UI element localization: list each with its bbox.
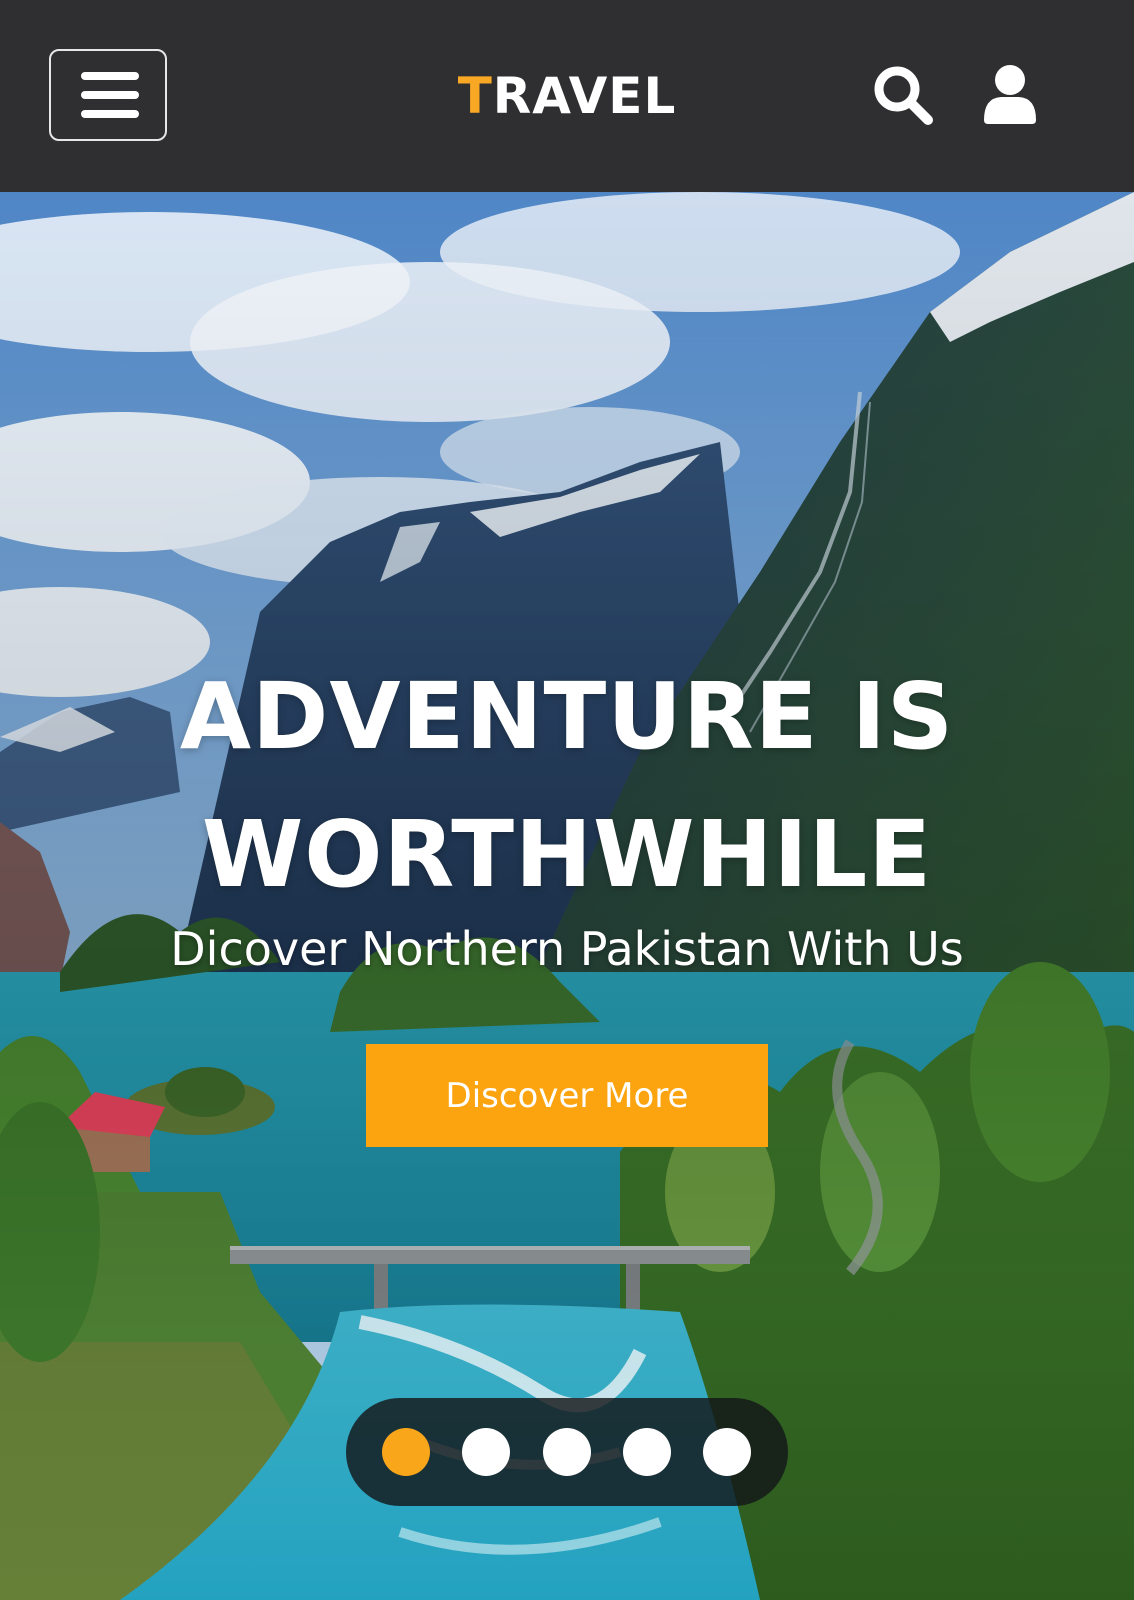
carousel-dot-3[interactable] (543, 1428, 591, 1476)
carousel-dot-1-active[interactable] (382, 1428, 430, 1476)
carousel-pagination (346, 1398, 788, 1506)
app-screen: TRAVEL ADVENTURE IS WORTHWHILE Dicover N… (0, 0, 1134, 1600)
hero-title-line-1: ADVENTURE IS (179, 663, 955, 770)
brand-name: RAVEL (492, 67, 677, 125)
hamburger-menu-icon-line (81, 110, 139, 118)
hamburger-menu-button[interactable] (49, 49, 167, 141)
hero-title: ADVENTURE IS WORTHWHILE (67, 648, 1067, 924)
brand-logo[interactable]: TRAVEL (367, 64, 767, 128)
carousel-dot-4[interactable] (623, 1428, 671, 1476)
top-navigation-bar: TRAVEL (0, 0, 1134, 192)
hamburger-menu-icon-line (81, 91, 139, 99)
hero-subtitle: Dicover Northern Pakistan With Us (170, 922, 964, 976)
hamburger-menu-icon (81, 72, 139, 80)
hero-title-line-2: WORTHWHILE (201, 801, 933, 908)
discover-more-button[interactable]: Discover More (366, 1044, 768, 1147)
carousel-dot-5[interactable] (703, 1428, 751, 1476)
search-button[interactable] (868, 60, 938, 130)
user-account-button[interactable] (975, 60, 1045, 130)
user-icon (984, 65, 1036, 124)
search-icon (874, 66, 933, 125)
hero-banner: ADVENTURE IS WORTHWHILE Dicover Northern… (0, 192, 1134, 1600)
carousel-dot-2[interactable] (462, 1428, 510, 1476)
brand-initial: T (457, 67, 493, 125)
